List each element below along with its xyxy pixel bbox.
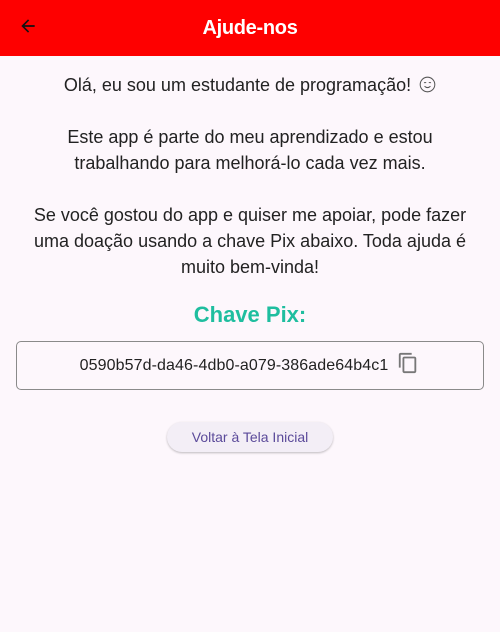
paragraph-learning: Este app é parte do meu aprendizado e es…	[67, 127, 433, 173]
intro-label: Olá, eu sou um estudante de programação!	[63, 75, 412, 95]
paragraph-donation: Se você gostou do app e quiser me apoiar…	[33, 205, 467, 277]
intro-text: Olá, eu sou um estudante de programação!	[20, 72, 480, 98]
back-button[interactable]	[12, 12, 44, 44]
app-bar: Ajude-nos	[0, 0, 500, 56]
pix-key-box: 0590b57d-da46-4db0-a079-386ade64b4c1	[16, 341, 484, 390]
copy-icon	[397, 352, 419, 379]
copy-button[interactable]	[396, 352, 420, 379]
arrow-left-icon	[18, 16, 38, 41]
page-title: Ajude-nos	[202, 16, 298, 39]
smiling-face-icon	[419, 74, 436, 93]
pix-key-value: 0590b57d-da46-4db0-a079-386ade64b4c1	[79, 356, 389, 374]
back-to-home-button[interactable]: Voltar à Tela Inicial	[167, 422, 333, 452]
pix-heading: Chave Pix:	[193, 302, 307, 327]
